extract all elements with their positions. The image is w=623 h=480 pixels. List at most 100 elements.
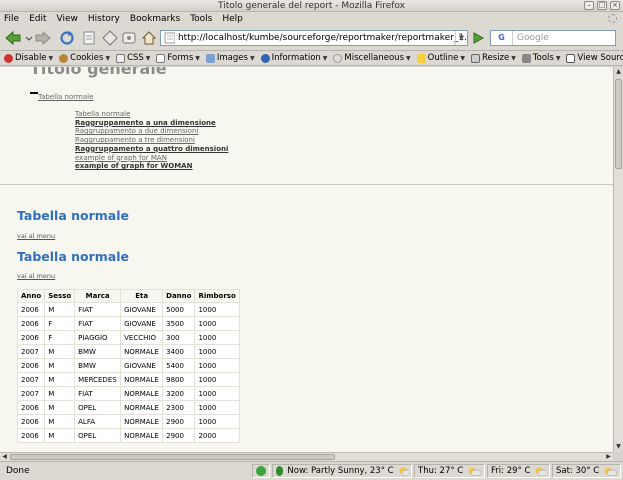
close-button[interactable]: ×: [610, 1, 620, 10]
menu-bookmarks[interactable]: Bookmarks: [130, 14, 180, 24]
dev-resize[interactable]: Resize ▼: [471, 53, 516, 63]
table-cell: 2006: [16, 302, 46, 317]
table-cell: F: [44, 316, 76, 331]
table-cell: OPEL: [74, 400, 122, 415]
table-cell: 1000: [194, 344, 240, 359]
globe-icon: [276, 466, 284, 476]
reload-button[interactable]: [58, 29, 76, 47]
table-cell: 3200: [162, 386, 196, 401]
table-cell: 1000: [194, 400, 240, 415]
dev-cookies[interactable]: Cookies ▼: [59, 53, 110, 63]
home-button[interactable]: [140, 29, 158, 47]
dev-view-source[interactable]: View Source▼: [566, 53, 623, 63]
sub-link-due-dimensioni[interactable]: Raggruppamento a due dimensioni: [75, 127, 228, 136]
dev-images[interactable]: Images ▼: [205, 53, 255, 63]
dev-outline[interactable]: Outline ▼: [416, 53, 465, 63]
table-cell: BMW: [74, 344, 122, 359]
menu-tools[interactable]: Tools: [190, 14, 212, 24]
url-dropdown-icon[interactable]: ▼: [455, 31, 467, 45]
menu-edit[interactable]: Edit: [29, 14, 46, 24]
menu-help[interactable]: Help: [222, 14, 243, 24]
vertical-scroll-thumb[interactable]: [615, 79, 622, 169]
tool-button[interactable]: [101, 29, 119, 47]
cookie-icon: [59, 53, 69, 63]
weather-now[interactable]: Now: Partly Sunny, 23° C: [272, 464, 412, 478]
menu-history[interactable]: History: [88, 14, 120, 24]
weather-sat[interactable]: Sat: 30° C: [552, 464, 621, 478]
column-header-marca: Marca: [74, 289, 122, 303]
sub-link-tabella-normale[interactable]: Tabella normale: [75, 110, 228, 119]
column-header-anno: Anno: [16, 289, 46, 303]
back-history-dropdown[interactable]: [24, 29, 34, 47]
scroll-down-icon[interactable]: ▼: [614, 442, 623, 452]
menu-file[interactable]: File: [4, 14, 19, 24]
table-cell: 1000: [194, 302, 240, 317]
search-engine-icon[interactable]: G: [491, 31, 513, 45]
home-icon: [141, 31, 157, 45]
horizontal-scrollbar[interactable]: ◀ ▶: [0, 452, 613, 461]
forward-button[interactable]: [34, 29, 52, 47]
menu-link-tabella-normale[interactable]: Tabella normale: [38, 93, 93, 101]
scroll-right-icon[interactable]: ▶: [604, 453, 613, 461]
table-row: 2006 F PIAGGIO VECCHIO 300 1000: [16, 330, 240, 345]
tool-button-2[interactable]: [120, 29, 138, 47]
search-box[interactable]: G Google: [490, 30, 616, 46]
search-input[interactable]: Google: [513, 33, 549, 43]
dev-miscellaneous[interactable]: Miscellaneous ▼: [333, 53, 411, 63]
sub-link-tre-dimensioni[interactable]: Raggruppamento a tre dimensioni: [75, 136, 228, 145]
forward-arrow-icon: [35, 30, 51, 46]
table-cell: 2006: [16, 316, 46, 331]
dev-css[interactable]: CSS ▼: [116, 53, 150, 63]
stop-button[interactable]: [80, 29, 98, 47]
table-cell: M: [44, 302, 76, 317]
back-button[interactable]: [4, 29, 22, 47]
section-heading-1: Tabella normale: [17, 208, 130, 223]
table-cell: 2900: [162, 428, 196, 443]
vertical-scrollbar[interactable]: ▲ ▼: [613, 67, 623, 452]
scroll-up-icon[interactable]: ▲: [614, 67, 623, 77]
page-viewport: Titolo generale Tabella normale Tabella …: [0, 67, 613, 452]
dev-tools[interactable]: Tools ▼: [521, 53, 560, 63]
misc-icon: [333, 53, 343, 63]
table-cell: GIOVANE: [120, 316, 164, 331]
sub-link-graph-man[interactable]: example of graph for MAN: [75, 154, 228, 163]
status-check[interactable]: [252, 464, 270, 478]
dev-disable[interactable]: Disable ▼: [4, 53, 53, 63]
column-header-eta: Eta: [120, 289, 164, 303]
back-arrow-icon: [5, 30, 21, 46]
dev-forms[interactable]: Forms ▼: [156, 53, 200, 63]
table-cell: BMW: [74, 358, 122, 373]
table-cell: M: [44, 414, 76, 429]
back-to-menu-link-2[interactable]: vai al menu: [17, 272, 55, 280]
sub-link-graph-woman[interactable]: example of graph for WOMAN: [75, 162, 228, 171]
back-to-menu-link-1[interactable]: vai al menu: [17, 232, 55, 240]
table-cell: NORMALE: [120, 400, 164, 415]
maximize-button[interactable]: □: [597, 1, 607, 10]
weather-thu[interactable]: Thu: 27° C: [414, 464, 485, 478]
partly-sunny-icon: [468, 467, 481, 476]
table-cell: 5000: [162, 302, 196, 317]
dev-information[interactable]: Information ▼: [260, 53, 327, 63]
url-text[interactable]: http://localhost/kumbe/sourceforge/repor…: [178, 33, 467, 43]
scroll-left-icon[interactable]: ◀: [0, 453, 9, 461]
throbber-icon: [608, 14, 617, 23]
table-cell: 2000: [194, 428, 240, 443]
table-cell: F: [44, 330, 76, 345]
sub-link-quattro-dimensioni[interactable]: Raggruppamento a quattro dimensioni: [75, 145, 228, 154]
css-icon: [116, 53, 126, 63]
table-row: 2007 M MERCEDES NORMALE 9800 1000: [16, 372, 240, 387]
minimize-button[interactable]: –: [584, 1, 594, 10]
resize-icon: [471, 53, 481, 63]
table-cell: OPEL: [74, 428, 122, 443]
page-favicon-icon: [164, 32, 175, 44]
table-cell: M: [44, 400, 76, 415]
go-button[interactable]: [471, 30, 485, 46]
window-controls: – □ ×: [584, 1, 620, 10]
weather-fri[interactable]: Fri: 29° C: [487, 464, 550, 478]
address-bar[interactable]: http://localhost/kumbe/sourceforge/repor…: [160, 30, 468, 46]
table-cell: 2900: [162, 414, 196, 429]
menu-view[interactable]: View: [57, 14, 78, 24]
horizontal-scroll-thumb[interactable]: [10, 454, 335, 460]
sub-link-una-dimensione[interactable]: Raggruppamento a una dimensione: [75, 119, 228, 128]
weather-now-text: Now: Partly Sunny, 23° C: [287, 466, 394, 476]
